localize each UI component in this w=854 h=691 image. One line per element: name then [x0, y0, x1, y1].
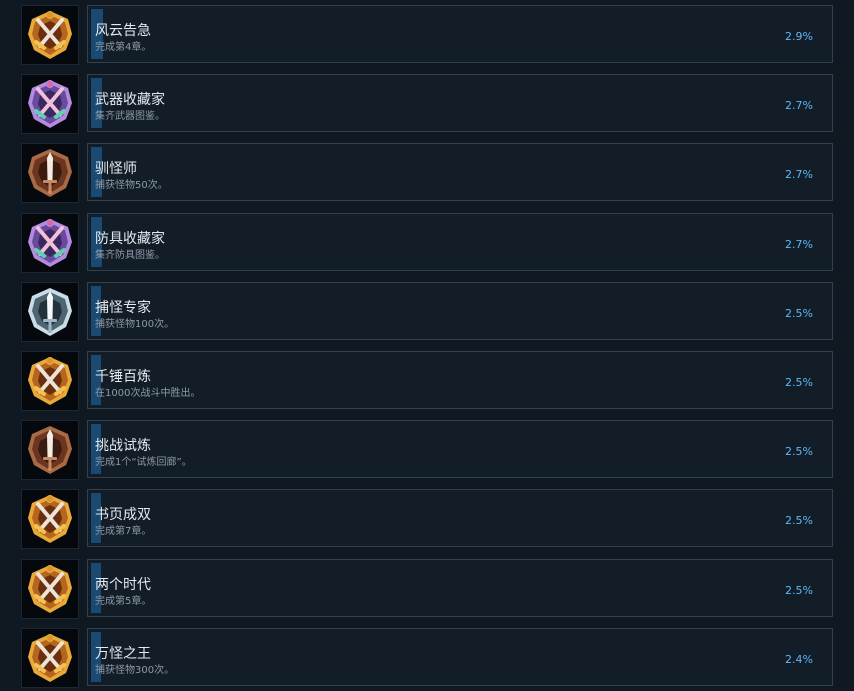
- gold-crossed-swords-badge-icon: [21, 489, 79, 549]
- unlock-percentage: 2.7%: [785, 168, 813, 181]
- achievement-title: 两个时代: [95, 577, 151, 593]
- achievement-title: 书页成双: [95, 507, 151, 523]
- bronze-sword-badge-icon: [21, 420, 79, 480]
- achievement-title: 风云告急: [95, 23, 151, 39]
- achievement-row[interactable]: 书页成双完成第7章。 2.5%: [0, 489, 854, 549]
- unlock-percentage: 2.5%: [785, 584, 813, 597]
- achievement-panel: 驯怪师捕获怪物50次。 2.7%: [87, 143, 833, 201]
- silver-sword-badge-icon: [21, 282, 79, 342]
- unlock-percentage: 2.4%: [785, 653, 813, 666]
- achievement-title: 千锤百炼: [95, 369, 151, 385]
- gold-crossed-swords-badge-icon: [21, 628, 79, 688]
- purple-crossed-swords-badge-icon: [21, 213, 79, 273]
- achievement-title: 防具收藏家: [95, 231, 165, 247]
- achievement-row[interactable]: 武器收藏家集齐武器图鉴。 2.7%: [0, 74, 854, 134]
- achievement-description: 集齐武器图鉴。: [95, 111, 165, 122]
- achievement-description: 完成第5章。: [95, 596, 152, 607]
- purple-crossed-swords-badge-icon: [21, 74, 79, 134]
- achievement-title: 武器收藏家: [95, 92, 165, 108]
- achievement-description: 捕获怪物100次。: [95, 319, 175, 330]
- achievement-panel: 两个时代完成第5章。 2.5%: [87, 559, 833, 617]
- gold-crossed-swords-badge-icon: [21, 559, 79, 619]
- unlock-percentage: 2.9%: [785, 30, 813, 43]
- achievement-row[interactable]: 捕怪专家捕获怪物100次。 2.5%: [0, 282, 854, 342]
- unlock-percentage: 2.7%: [785, 238, 813, 251]
- achievement-title: 万怪之王: [95, 646, 151, 662]
- achievement-description: 完成第7章。: [95, 526, 152, 537]
- achievement-panel: 捕怪专家捕获怪物100次。 2.5%: [87, 282, 833, 340]
- achievement-panel: 千锤百炼在1000次战斗中胜出。 2.5%: [87, 351, 833, 409]
- bronze-sword-badge-icon: [21, 143, 79, 203]
- achievement-row[interactable]: 挑战试炼完成1个“试炼回廊”。 2.5%: [0, 420, 854, 480]
- achievement-row[interactable]: 防具收藏家集齐防具图鉴。 2.7%: [0, 213, 854, 273]
- achievement-list: 风云告急完成第4章。 2.9% 武器收藏家集齐武器图鉴。 2.7% 驯怪师捕获怪物5…: [0, 0, 854, 691]
- unlock-percentage: 2.5%: [785, 514, 813, 527]
- unlock-percentage: 2.5%: [785, 376, 813, 389]
- achievement-description: 捕获怪物50次。: [95, 180, 168, 191]
- unlock-percentage: 2.5%: [785, 445, 813, 458]
- achievement-description: 集齐防具图鉴。: [95, 250, 165, 261]
- achievement-panel: 防具收藏家集齐防具图鉴。 2.7%: [87, 213, 833, 271]
- unlock-percentage: 2.5%: [785, 307, 813, 320]
- achievement-row[interactable]: 驯怪师捕获怪物50次。 2.7%: [0, 143, 854, 203]
- achievement-title: 挑战试炼: [95, 438, 151, 454]
- achievement-panel: 书页成双完成第7章。 2.5%: [87, 489, 833, 547]
- unlock-percentage: 2.7%: [785, 99, 813, 112]
- achievement-title: 捕怪专家: [95, 300, 151, 316]
- achievement-row[interactable]: 风云告急完成第4章。 2.9%: [0, 5, 854, 65]
- achievement-row[interactable]: 万怪之王捕获怪物300次。 2.4%: [0, 628, 854, 688]
- achievement-panel: 风云告急完成第4章。 2.9%: [87, 5, 833, 63]
- gold-crossed-swords-badge-icon: [21, 5, 79, 65]
- achievement-description: 在1000次战斗中胜出。: [95, 388, 201, 399]
- achievement-panel: 武器收藏家集齐武器图鉴。 2.7%: [87, 74, 833, 132]
- achievement-description: 捕获怪物300次。: [95, 665, 175, 676]
- gold-crossed-swords-badge-icon: [21, 351, 79, 411]
- achievement-title: 驯怪师: [95, 161, 137, 177]
- achievement-panel: 挑战试炼完成1个“试炼回廊”。 2.5%: [87, 420, 833, 478]
- achievement-panel: 万怪之王捕获怪物300次。 2.4%: [87, 628, 833, 686]
- achievement-description: 完成第4章。: [95, 42, 152, 53]
- achievement-row[interactable]: 两个时代完成第5章。 2.5%: [0, 559, 854, 619]
- achievement-row[interactable]: 千锤百炼在1000次战斗中胜出。 2.5%: [0, 351, 854, 411]
- achievement-description: 完成1个“试炼回廊”。: [95, 457, 192, 468]
